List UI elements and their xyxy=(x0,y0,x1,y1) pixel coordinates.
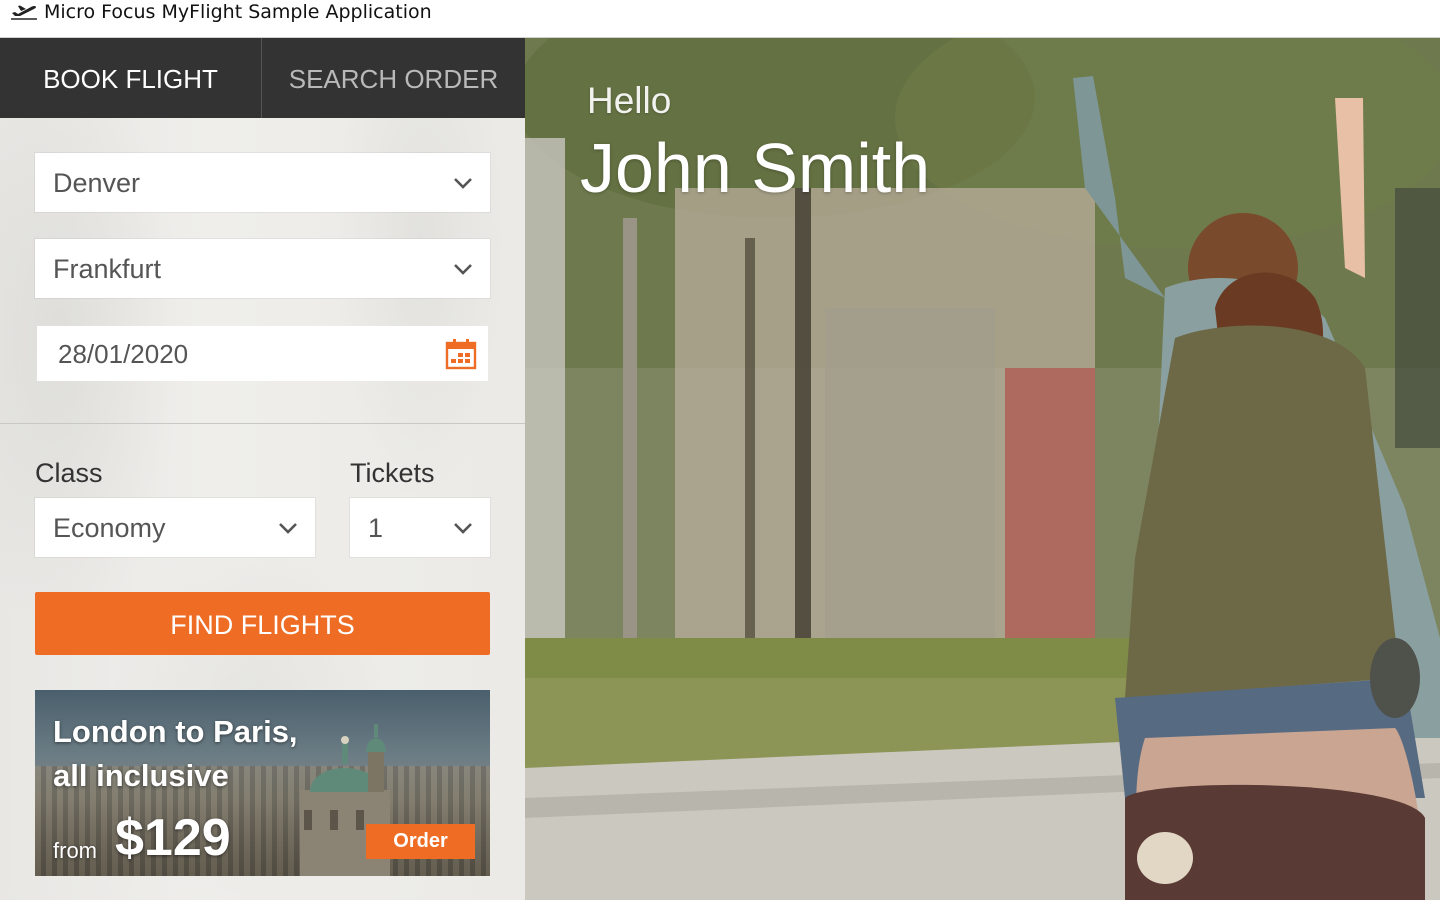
promo-banner[interactable]: London to Paris, all inclusive from $129… xyxy=(35,690,490,876)
window-title-bar: Micro Focus MyFlight Sample Application xyxy=(0,0,1440,38)
tickets-value: 1 xyxy=(368,513,384,543)
tab-bar: BOOK FLIGHT SEARCH ORDER xyxy=(0,38,525,118)
promo-headline: London to Paris, all inclusive xyxy=(53,710,373,798)
chevron-down-icon xyxy=(454,178,472,189)
hero-image: Hello John Smith xyxy=(525,38,1440,900)
promo-price: $129 xyxy=(115,809,231,867)
class-value: Economy xyxy=(53,513,166,543)
promo-headline-line2: all inclusive xyxy=(53,758,229,793)
promo-from-label: from xyxy=(53,838,97,863)
window-title: Micro Focus MyFlight Sample Application xyxy=(44,1,432,23)
chevron-down-icon xyxy=(279,523,297,534)
order-button[interactable]: Order xyxy=(366,824,475,859)
date-input[interactable]: 28/01/2020 xyxy=(37,326,488,381)
greeting-hello: Hello xyxy=(587,80,672,121)
promo-headline-line1: London to Paris, xyxy=(53,714,298,749)
user-name: John Smith xyxy=(580,129,931,207)
tickets-select[interactable]: 1 xyxy=(350,498,490,557)
section-divider xyxy=(0,423,525,424)
to-city-value: Frankfurt xyxy=(53,254,162,284)
to-city-select[interactable]: Frankfurt xyxy=(35,239,490,298)
from-city-select[interactable]: Denver xyxy=(35,153,490,212)
calendar-icon[interactable] xyxy=(445,338,477,370)
from-city-value: Denver xyxy=(53,168,141,198)
tickets-label: Tickets xyxy=(350,458,435,488)
tab-search-order[interactable]: SEARCH ORDER xyxy=(262,38,525,118)
find-flights-button[interactable]: FIND FLIGHTS xyxy=(35,592,490,655)
date-value: 28/01/2020 xyxy=(58,339,189,369)
class-label: Class xyxy=(35,458,103,488)
tab-book-flight[interactable]: BOOK FLIGHT xyxy=(0,38,261,118)
booking-panel: BOOK FLIGHT SEARCH ORDER Denver Frankfur… xyxy=(0,38,525,900)
chevron-down-icon xyxy=(454,264,472,275)
airplane-takeoff-icon xyxy=(11,5,37,20)
chevron-down-icon xyxy=(454,523,472,534)
class-select[interactable]: Economy xyxy=(35,498,315,557)
